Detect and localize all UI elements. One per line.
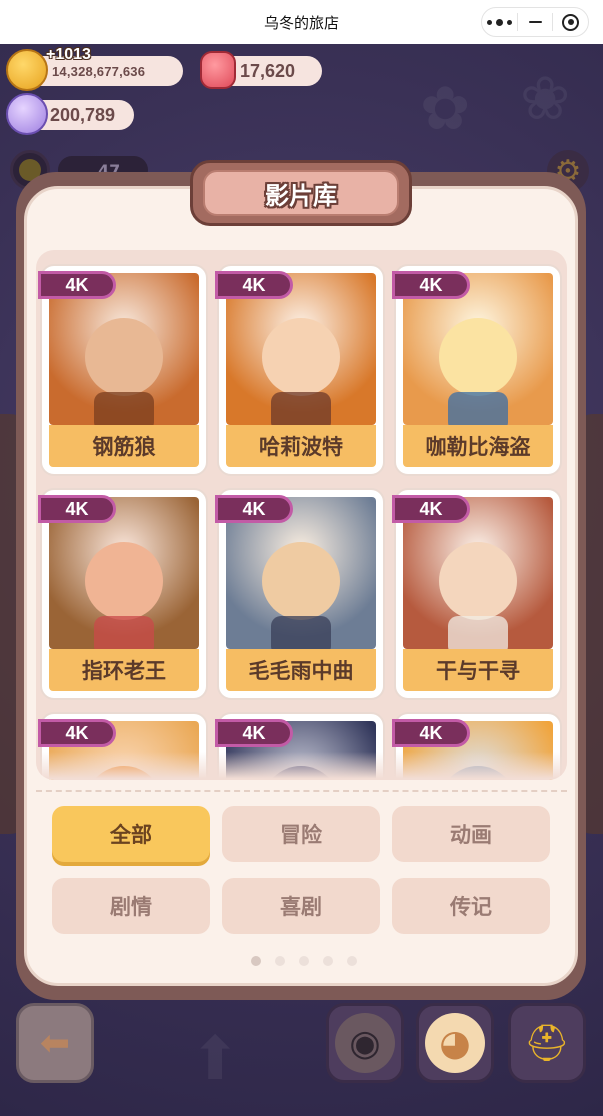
back-arrow-icon: ⬅ bbox=[39, 1022, 71, 1064]
close-target-icon bbox=[562, 13, 580, 31]
duck-chef-icon: ◕ bbox=[425, 1013, 485, 1073]
mini-program-capsule bbox=[481, 7, 589, 37]
poster-detail bbox=[271, 391, 331, 425]
movie-card[interactable]: 4K 哈莉波特 bbox=[215, 264, 385, 476]
poster-detail bbox=[448, 615, 508, 649]
page-dot[interactable] bbox=[275, 956, 285, 966]
arrow-doodle-icon: ⬆ bbox=[190, 1024, 241, 1094]
film-reel-icon: ◉ bbox=[335, 1013, 395, 1073]
movie-title: 毛毛雨中曲 bbox=[226, 649, 376, 691]
genre-filters: 全部 冒险 动画剧情 喜剧 传记 bbox=[52, 806, 550, 934]
page-dot[interactable] bbox=[299, 956, 309, 966]
gem-icon bbox=[200, 51, 236, 89]
panel-title: 影片库 bbox=[265, 181, 337, 210]
poster-detail bbox=[448, 391, 508, 425]
poster-character bbox=[439, 317, 517, 396]
movie-grid: 4K 钢筋狼 4K 哈莉波特 4K 咖勒比海盗 4K 指环老王 4K 毛毛雨中曲 4K 干与干寻 4K 4… bbox=[38, 264, 564, 780]
movie-title: 指环老王 bbox=[49, 649, 199, 691]
4k-badge: 4K bbox=[38, 495, 116, 523]
filter-button[interactable]: 全部 bbox=[52, 806, 210, 862]
bunny-doodle-icon: ✿ bbox=[420, 74, 471, 144]
hard-hat-icon: ⛑ bbox=[524, 1023, 570, 1064]
minimize-icon bbox=[528, 20, 542, 24]
chef-duck-button[interactable]: ◕ bbox=[416, 1003, 494, 1083]
divider bbox=[36, 790, 567, 792]
filter-button[interactable]: 动画 bbox=[392, 806, 550, 862]
shell-value: 200,789 bbox=[50, 104, 116, 125]
filter-button[interactable]: 冒险 bbox=[222, 806, 380, 862]
movie-title: 咖勒比海盗 bbox=[403, 425, 553, 467]
filter-button[interactable]: 喜剧 bbox=[222, 878, 380, 934]
poster-character bbox=[262, 541, 340, 620]
film-reel-button[interactable]: ◉ bbox=[326, 1003, 404, 1083]
4k-badge: 4K bbox=[392, 495, 470, 523]
gem-counter[interactable]: 17,620 bbox=[200, 51, 322, 89]
page-dot[interactable] bbox=[251, 956, 261, 966]
movie-grid-scroll-area[interactable]: 4K 钢筋狼 4K 哈莉波特 4K 咖勒比海盗 4K 指环老王 4K 毛毛雨中曲 4K 干与干寻 4K 4… bbox=[36, 250, 567, 780]
movie-title: 钢筋狼 bbox=[49, 425, 199, 467]
page-dot[interactable] bbox=[347, 956, 357, 966]
poster-character bbox=[439, 541, 517, 620]
more-dots-icon bbox=[486, 18, 512, 26]
window-title-bar: 乌冬的旅店 bbox=[0, 0, 603, 44]
movie-title: 干与干寻 bbox=[403, 649, 553, 691]
4k-badge: 4K bbox=[392, 719, 470, 747]
4k-badge: 4K bbox=[392, 271, 470, 299]
gem-value: 17,620 bbox=[240, 60, 296, 81]
back-button[interactable]: ⬅ bbox=[16, 1003, 94, 1083]
more-button[interactable] bbox=[482, 8, 517, 36]
4k-badge: 4K bbox=[215, 271, 293, 299]
poster-character bbox=[262, 317, 340, 396]
4k-badge: 4K bbox=[38, 271, 116, 299]
filter-button[interactable]: 剧情 bbox=[52, 878, 210, 934]
poster-detail bbox=[271, 615, 331, 649]
movie-card[interactable]: 4K 咖勒比海盗 bbox=[392, 264, 562, 476]
coin-counter[interactable]: 14,328,677,636 bbox=[6, 49, 183, 91]
hard-hat-button[interactable]: ⛑ bbox=[508, 1003, 586, 1083]
close-button[interactable] bbox=[553, 8, 588, 36]
4k-badge: 4K bbox=[215, 719, 293, 747]
panel-title-plate: 影片库 bbox=[190, 160, 412, 226]
shell-icon bbox=[6, 93, 48, 135]
movie-card[interactable]: 4K 钢筋狼 bbox=[38, 264, 208, 476]
filter-button[interactable]: 传记 bbox=[392, 878, 550, 934]
coin-icon bbox=[6, 49, 48, 91]
page-dot[interactable] bbox=[323, 956, 333, 966]
coin-value: 14,328,677,636 bbox=[52, 63, 146, 79]
window-title: 乌冬的旅店 bbox=[263, 13, 339, 32]
leaf-doodle-icon: ❀ bbox=[520, 64, 571, 134]
poster-character bbox=[85, 317, 163, 396]
movie-card[interactable]: 4K 毛毛雨中曲 bbox=[215, 488, 385, 700]
poster-character bbox=[85, 541, 163, 620]
poster-detail bbox=[94, 391, 154, 425]
movie-card[interactable]: 4K 指环老王 bbox=[38, 488, 208, 700]
4k-badge: 4K bbox=[38, 719, 116, 747]
coin-bonus-text: +1013 bbox=[46, 46, 91, 63]
page-indicator bbox=[251, 956, 357, 966]
minimize-button[interactable] bbox=[518, 8, 553, 36]
shell-counter[interactable]: 200,789 bbox=[6, 93, 134, 135]
4k-badge: 4K bbox=[215, 495, 293, 523]
poster-detail bbox=[94, 615, 154, 649]
movie-title: 哈莉波特 bbox=[226, 425, 376, 467]
movie-card[interactable]: 4K 干与干寻 bbox=[392, 488, 562, 700]
